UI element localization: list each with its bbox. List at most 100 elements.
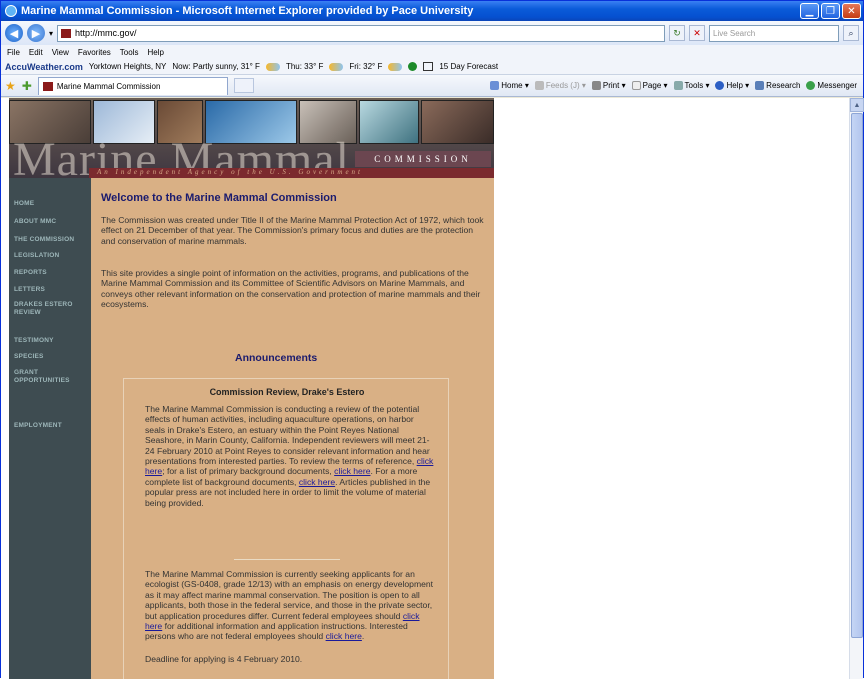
nav-reports[interactable]: REPORTS	[14, 269, 90, 277]
vertical-scrollbar[interactable]: ▲	[849, 98, 864, 679]
site-tagline: An Independent Agency of the U.S. Govern…	[89, 168, 494, 178]
deadline-text: Deadline for applying is 4 February 2010…	[145, 654, 303, 664]
messenger-button[interactable]: Messenger	[806, 80, 857, 91]
accuweather-toolbar: AccuWeather.com Yorktown Heights, NY Now…	[1, 59, 863, 75]
tools-label: Tools	[684, 80, 704, 90]
menu-tools[interactable]: Tools	[120, 48, 139, 57]
search-icon[interactable]: ⌕	[843, 25, 859, 41]
announcements-heading: Announcements	[235, 352, 318, 364]
messenger-label: Messenger	[817, 80, 857, 90]
announcement-heading: Commission Review, Drake's Estero	[209, 387, 365, 397]
page-button[interactable]: Page ▾	[631, 81, 668, 91]
home-label: Home	[501, 80, 523, 90]
help-icon	[715, 81, 725, 91]
menu-edit[interactable]: Edit	[29, 48, 43, 57]
nav-testimony[interactable]: TESTIMONY	[14, 337, 90, 345]
nav-legislation[interactable]: LEGISLATION	[14, 252, 90, 260]
non-federal-link[interactable]: click here	[326, 631, 362, 641]
page-icon	[631, 81, 641, 91]
gear-icon	[673, 81, 683, 91]
site-banner: Marine Mammal COMMISSION An Independent …	[9, 98, 494, 178]
refresh-icon[interactable]: ↻	[669, 25, 685, 41]
drakes-estero-paragraph: The Marine Mammal Commission is conducti…	[145, 404, 435, 508]
scroll-up-icon[interactable]: ▲	[850, 98, 864, 112]
monitor-icon[interactable]	[423, 62, 434, 71]
minimize-button[interactable]: ▁	[800, 3, 819, 19]
nav-home[interactable]: HOME	[14, 200, 90, 208]
search-placeholder: Live Search	[713, 28, 756, 38]
accuweather-brand[interactable]: AccuWeather.com	[5, 62, 83, 72]
command-bar: Home ▾ Feeds (J) ▾ Print ▾ Page ▾ Tools …	[490, 80, 863, 91]
text-run: The Marine Mammal Commission is currentl…	[145, 569, 434, 621]
menu-view[interactable]: View	[52, 48, 69, 57]
tab-bar: ★ ✚ Marine Mammal Commission Home ▾ Feed…	[1, 75, 863, 97]
accuweather-thu[interactable]: Thu: 33° F	[286, 62, 323, 71]
site-container: Marine Mammal COMMISSION An Independent …	[9, 98, 494, 679]
address-toolbar: ◀ ▶ ▾ http://mmc.gov/ ↻ ✕ Live Search ⌕	[1, 21, 863, 45]
scroll-thumb[interactable]	[851, 113, 863, 638]
primary-docs-link[interactable]: click here	[334, 466, 370, 476]
radar-icon[interactable]	[408, 62, 418, 71]
home-icon	[490, 81, 500, 91]
forward-button[interactable]: ▶	[27, 24, 45, 42]
help-button[interactable]: Help ▾	[715, 80, 749, 91]
accuweather-now[interactable]: Now: Partly sunny, 31° F	[172, 62, 260, 71]
research-icon	[755, 81, 765, 91]
partly-sunny-icon	[388, 62, 403, 71]
job-posting-paragraph: The Marine Mammal Commission is currentl…	[145, 569, 435, 642]
messenger-icon	[806, 81, 816, 91]
menu-help[interactable]: Help	[147, 48, 163, 57]
menu-favorites[interactable]: Favorites	[78, 48, 111, 57]
new-tab-button[interactable]	[233, 78, 254, 93]
close-button[interactable]: ✕	[842, 3, 861, 19]
address-bar[interactable]: http://mmc.gov/	[57, 24, 665, 42]
nav-employment[interactable]: EMPLOYMENT	[14, 422, 90, 430]
text-run: The Marine Mammal Commission is conducti…	[145, 404, 430, 467]
text-run: ; for a list of primary background docum…	[162, 466, 332, 477]
research-button[interactable]: Research	[755, 80, 801, 91]
print-button[interactable]: Print ▾	[591, 80, 626, 91]
nav-dropdown-icon[interactable]: ▾	[49, 29, 53, 38]
accuweather-forecast[interactable]: 15 Day Forecast	[439, 62, 498, 71]
accuweather-fri[interactable]: Fri: 32° F	[349, 62, 382, 71]
menu-file[interactable]: File	[7, 48, 20, 57]
home-button[interactable]: Home ▾	[490, 80, 529, 91]
partly-sunny-icon	[265, 62, 280, 71]
search-input[interactable]: Live Search	[709, 24, 839, 42]
nav-grant-opportunities[interactable]: GRANT OPPORTUNITIES	[14, 369, 74, 385]
add-favorites-icon[interactable]: ✚	[22, 79, 32, 93]
tab-favicon-icon	[42, 81, 53, 91]
site-favicon-icon	[61, 28, 72, 38]
back-button[interactable]: ◀	[5, 24, 23, 42]
accuweather-location[interactable]: Yorktown Heights, NY	[89, 62, 167, 71]
stop-icon[interactable]: ✕	[689, 25, 705, 41]
page-viewport: Marine Mammal COMMISSION An Independent …	[1, 98, 849, 679]
tab-label: Marine Mammal Commission	[56, 81, 161, 91]
research-label: Research	[766, 80, 801, 90]
nav-about-mmc[interactable]: ABOUT MMC	[14, 218, 90, 226]
nav-species[interactable]: SPECIES	[14, 353, 90, 361]
maximize-button[interactable]: ❐	[821, 3, 840, 19]
info-paragraph: This site provides a single point of inf…	[101, 268, 481, 310]
site-logo-commission: COMMISSION	[355, 151, 491, 167]
nav-drakes-estero-review[interactable]: DRAKES ESTERO REVIEW	[14, 301, 84, 317]
tools-button[interactable]: Tools ▾	[673, 80, 709, 91]
walrus-photo	[421, 100, 494, 144]
nav-letters[interactable]: LETTERS	[14, 286, 90, 294]
print-label: Print	[602, 80, 620, 90]
help-label: Help	[726, 80, 743, 90]
title-bar: Marine Mammal Commission - Microsoft Int…	[1, 1, 863, 21]
divider	[234, 559, 340, 560]
address-url: http://mmc.gov/	[75, 28, 137, 38]
window-title: Marine Mammal Commission - Microsoft Int…	[21, 5, 474, 17]
feeds-button[interactable]: Feeds (J) ▾	[534, 81, 586, 91]
tab-marine-mammal-commission[interactable]: Marine Mammal Commission	[37, 76, 228, 95]
background-docs-link[interactable]: click here	[299, 477, 335, 487]
text-run: for additional information and applicati…	[145, 621, 408, 642]
nav-the-commission[interactable]: THE COMMISSION	[14, 236, 90, 244]
partly-sunny-icon	[329, 62, 344, 71]
menu-bar: File Edit View Favorites Tools Help	[1, 45, 863, 59]
favorites-star-icon[interactable]: ★	[5, 79, 16, 93]
whale-tail-photo	[359, 100, 419, 144]
page-title: Welcome to the Marine Mammal Commission	[101, 192, 337, 204]
